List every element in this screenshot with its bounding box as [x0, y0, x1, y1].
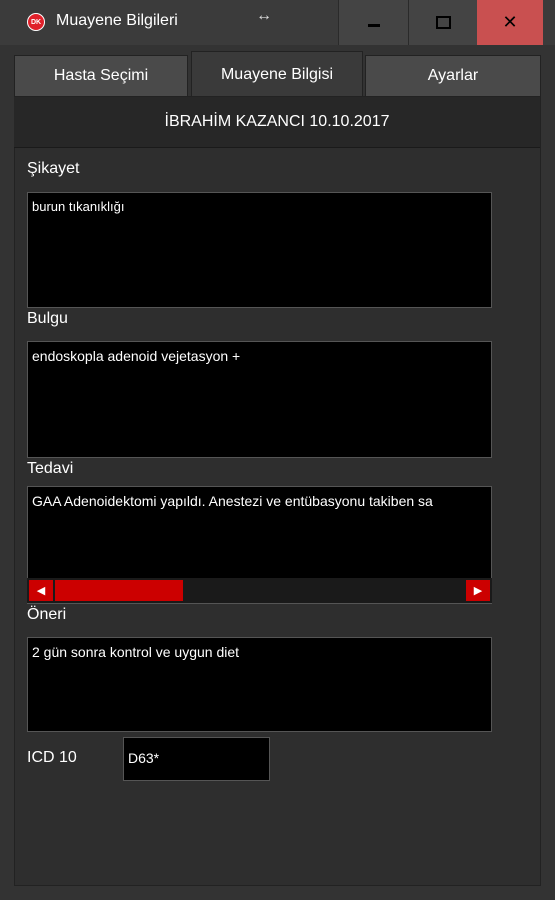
app-logo-icon: DK	[27, 13, 45, 31]
app-window: DK Muayene Bilgileri ↔ ✕ Hasta Seçimi Ay…	[0, 0, 555, 900]
oneri-textarea[interactable]: 2 gün sonra kontrol ve uygun diet	[27, 637, 492, 732]
sikayet-textarea[interactable]: burun tıkanıklığı	[27, 192, 492, 308]
title-bar[interactable]: DK Muayene Bilgileri ↔ ✕	[0, 0, 555, 45]
maximize-icon	[435, 16, 451, 29]
icd10-field[interactable]: D63*	[123, 737, 270, 781]
close-icon: ✕	[502, 12, 518, 32]
patient-header: İBRAHİM KAZANCI 10.10.2017	[14, 97, 540, 147]
sikayet-label: Şikayet	[27, 160, 80, 177]
scroll-right-arrow-icon[interactable]: ▶	[466, 580, 490, 601]
resize-arrows-icon: ↔	[256, 7, 272, 24]
tedavi-label: Tedavi	[27, 460, 74, 477]
tab-muayene-bilgisi[interactable]: Muayene Bilgisi	[191, 51, 363, 98]
maximize-button[interactable]	[408, 0, 477, 45]
minimize-button[interactable]	[338, 0, 408, 45]
minimize-icon	[367, 24, 380, 27]
scrollbar-thumb[interactable]	[55, 580, 183, 601]
tab-ayarlar[interactable]: Ayarlar	[365, 55, 541, 97]
close-button[interactable]: ✕	[477, 0, 543, 45]
tab-hasta-secimi[interactable]: Hasta Seçimi	[14, 55, 188, 97]
oneri-label: Öneri	[27, 606, 67, 623]
scroll-left-arrow-icon[interactable]: ◀	[29, 580, 53, 601]
icd10-label: ICD 10	[27, 749, 77, 766]
header-divider	[14, 147, 540, 148]
window-title: Muayene Bilgileri	[56, 12, 178, 29]
bulgu-textarea[interactable]: endoskopla adenoid vejetasyon +	[27, 341, 492, 458]
bulgu-label: Bulgu	[27, 310, 68, 327]
tedavi-horizontal-scrollbar[interactable]: ◀ ▶	[27, 578, 492, 603]
tab-bar: Hasta Seçimi Ayarlar Muayene Bilgisi	[14, 51, 541, 98]
